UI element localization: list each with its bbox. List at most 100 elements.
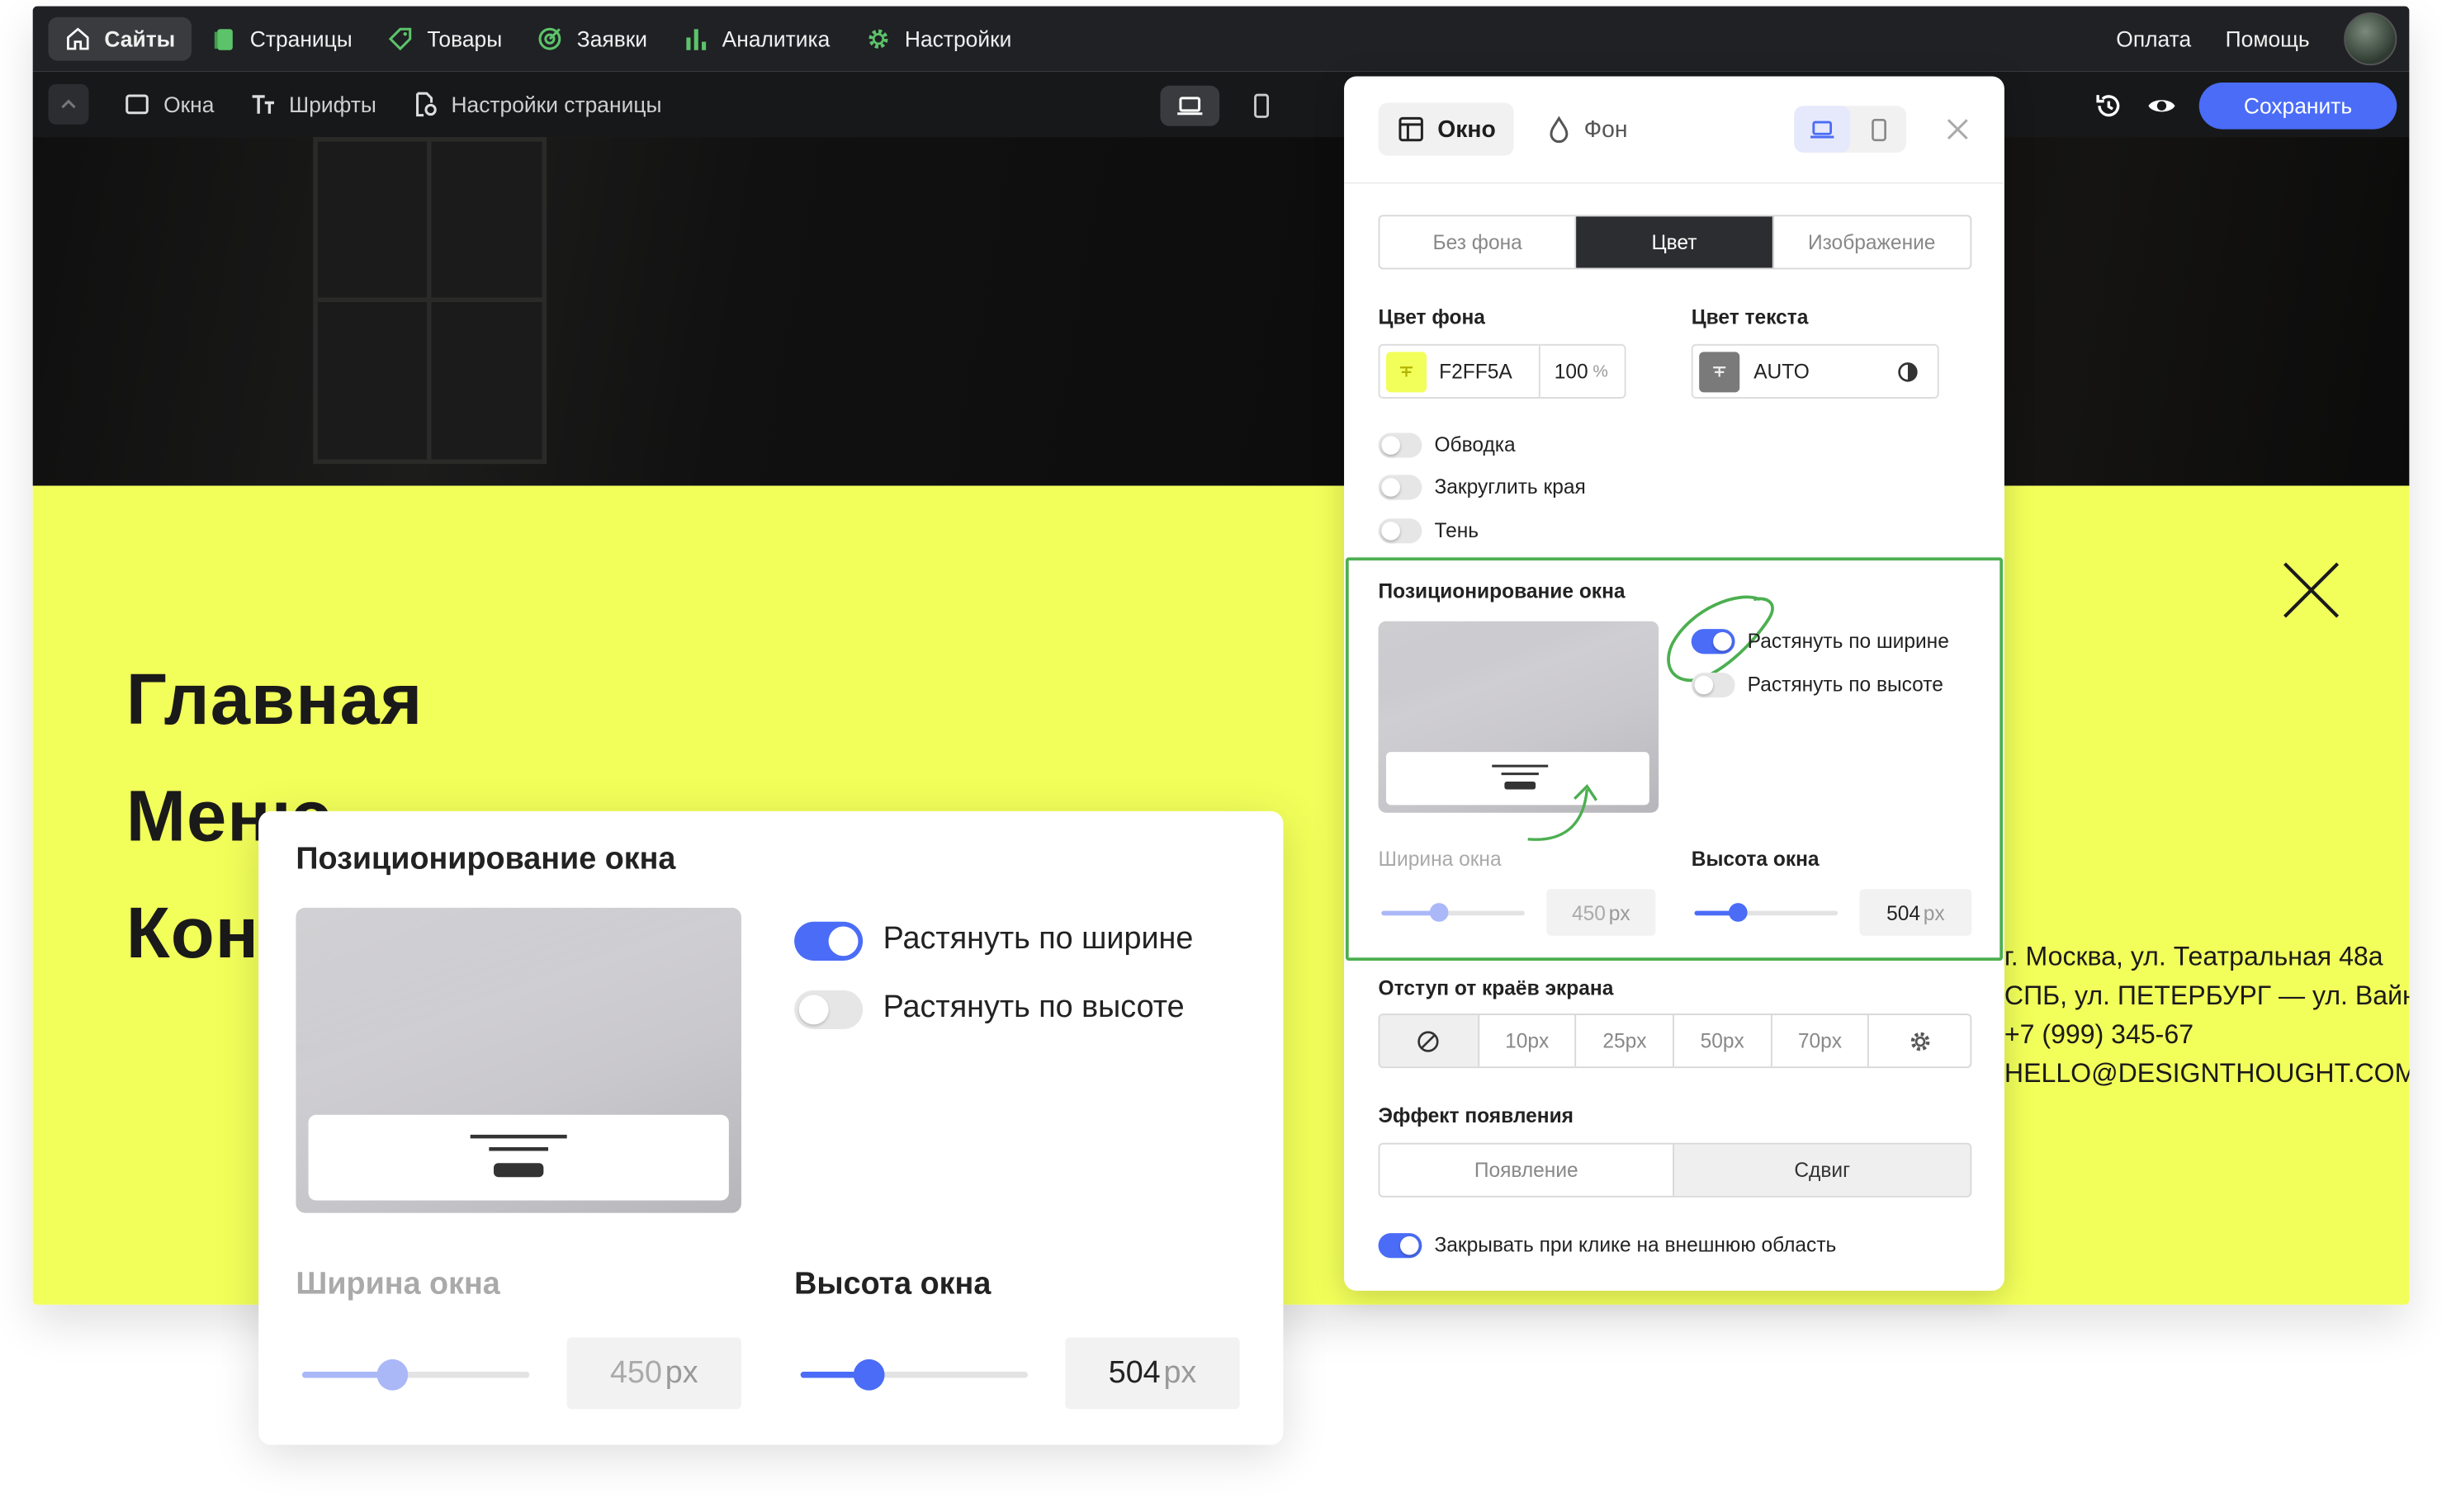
zoom-stretch-height-toggle[interactable] — [794, 990, 864, 1029]
bg-opacity-value: 100 — [1554, 359, 1588, 384]
laptop-icon — [1177, 97, 1203, 116]
stretch-width-toggle[interactable] — [1691, 629, 1735, 654]
nav-item-label: Аналитика — [722, 26, 831, 52]
save-button[interactable]: Сохранить — [2198, 82, 2397, 130]
bg-option-none[interactable]: Без фона — [1380, 216, 1577, 268]
height-slider-handle[interactable] — [1728, 903, 1747, 922]
positioning-preview — [1378, 621, 1659, 813]
height-label: Высота окна — [1691, 847, 1820, 871]
zoom-preview-bar — [308, 1114, 729, 1201]
zoom-width-slider[interactable] — [301, 1358, 530, 1391]
nav-item-requests[interactable]: Заявки — [521, 17, 663, 61]
margin-option-70[interactable]: 70px — [1772, 1014, 1870, 1067]
height-value-field[interactable]: 504 px — [1859, 889, 1972, 936]
text-color-swatch[interactable] — [1699, 351, 1740, 392]
page-settings-button[interactable]: Настройки страницы — [410, 90, 661, 118]
preview-glare — [1378, 621, 1656, 690]
nav-item-settings[interactable]: Настройки — [849, 17, 1027, 61]
text-color-field[interactable]: AUTO — [1691, 343, 1939, 399]
top-navigation: Сайты Страницы Товары Заявки Аналитика Н… — [32, 6, 2410, 72]
nav-item-label: Заявки — [576, 26, 648, 52]
chevron-up-icon — [61, 99, 76, 109]
desktop-view-button[interactable] — [1160, 85, 1220, 126]
px-unit: px — [1608, 900, 1630, 924]
toolbar-actions: Сохранить — [2093, 82, 2397, 130]
payment-link[interactable]: Оплата — [2116, 26, 2191, 51]
margin-option-none[interactable] — [1380, 1014, 1479, 1067]
tab-window[interactable]: Окно — [1378, 102, 1515, 156]
tag-icon — [389, 27, 412, 51]
close-icon[interactable] — [1945, 116, 1970, 141]
px-unit: px — [1923, 900, 1945, 924]
positioning-title: Позиционирование окна — [1378, 579, 1626, 603]
zoom-height-slider-handle[interactable] — [853, 1358, 885, 1391]
close-icon[interactable] — [2282, 560, 2341, 620]
fonts-label: Шрифты — [289, 92, 376, 117]
target-icon — [539, 27, 562, 50]
width-slider-handle[interactable] — [1429, 903, 1449, 922]
page-settings-label: Настройки страницы — [451, 92, 662, 117]
stretch-height-toggle[interactable] — [1691, 672, 1735, 698]
margin-segmented: 10px 25px 50px 70px — [1378, 1014, 1972, 1069]
nav-item-analytics[interactable]: Аналитика — [666, 17, 846, 61]
none-icon — [1417, 1030, 1440, 1051]
margin-option-10[interactable]: 10px — [1479, 1014, 1577, 1067]
margin-option-50[interactable]: 50px — [1674, 1014, 1772, 1067]
zoom-width-value-field[interactable]: 450 px — [566, 1337, 741, 1410]
effect-option-fade[interactable]: Появление — [1380, 1144, 1674, 1196]
panel-mobile-button[interactable] — [1850, 106, 1906, 153]
nav-item-sites[interactable]: Сайты — [48, 17, 192, 61]
bg-option-color[interactable]: Цвет — [1576, 216, 1774, 268]
text-color-label: Цвет текста — [1691, 305, 1809, 329]
px-unit: px — [1163, 1355, 1197, 1390]
stretch-height-label: Растянуть по высоте — [1747, 672, 1943, 697]
zoom-height-value: 504 — [1108, 1355, 1161, 1390]
tab-background[interactable]: Фон — [1528, 103, 1646, 156]
align-bottom-icon — [470, 1134, 567, 1178]
margin-option-25[interactable]: 25px — [1577, 1014, 1675, 1067]
preview-eye-icon[interactable] — [2146, 90, 2178, 121]
percent-unit: % — [1593, 361, 1608, 381]
pages-icon — [213, 29, 232, 50]
mobile-view-button[interactable] — [1232, 86, 1291, 126]
nav-item-label: Сайты — [104, 26, 176, 52]
bg-color-field[interactable]: F2FF5A 100 % — [1378, 343, 1626, 399]
gear-icon — [868, 29, 888, 49]
window-settings-panel: Окно Фон Без фона Цвет Изображение Цвет … — [1344, 76, 2004, 1291]
collapse-button[interactable] — [48, 83, 89, 125]
menu-item-home[interactable]: Главная — [126, 657, 424, 741]
close-outside-toggle[interactable] — [1378, 1233, 1422, 1259]
font-icon — [251, 95, 274, 114]
zoom-height-slider[interactable] — [800, 1358, 1029, 1391]
screenshot-stage: Сайты Страницы Товары Заявки Аналитика Н… — [0, 0, 2442, 1512]
nav-item-products[interactable]: Товары — [371, 17, 518, 61]
bar-chart-icon — [685, 29, 706, 50]
effect-option-slide[interactable]: Сдвиг — [1673, 1144, 1971, 1196]
zoom-width-slider-handle[interactable] — [377, 1358, 409, 1391]
history-icon[interactable] — [2093, 90, 2124, 121]
avatar[interactable] — [2344, 12, 2397, 66]
windows-label: Окна — [163, 92, 215, 117]
nav-item-pages[interactable]: Страницы — [194, 17, 368, 61]
bg-opacity-field[interactable]: 100 % — [1538, 345, 1608, 398]
contrast-icon[interactable] — [1897, 361, 1919, 382]
eyedropper-icon — [1713, 366, 1726, 376]
width-slider[interactable] — [1381, 903, 1525, 922]
zoom-height-value-field[interactable]: 504 px — [1065, 1337, 1240, 1410]
fonts-button[interactable]: Шрифты — [248, 90, 376, 118]
round-corners-toggle[interactable] — [1378, 475, 1422, 500]
page-settings-icon — [415, 92, 437, 117]
shadow-toggle[interactable] — [1378, 518, 1422, 544]
margin-option-custom[interactable] — [1869, 1015, 1970, 1066]
width-value-field[interactable]: 450 px — [1546, 889, 1656, 936]
bg-option-image[interactable]: Изображение — [1773, 216, 1970, 267]
stretch-width-label: Растянуть по ширине — [1747, 629, 1949, 653]
help-link[interactable]: Помощь — [2226, 26, 2310, 51]
color-swatch[interactable] — [1385, 351, 1427, 392]
border-toggle[interactable] — [1378, 432, 1422, 458]
zoom-stretch-width-toggle[interactable] — [794, 921, 864, 961]
height-slider[interactable] — [1694, 903, 1839, 922]
nav-item-label: Товары — [427, 26, 503, 52]
windows-button[interactable]: Окна — [123, 90, 214, 118]
panel-desktop-button[interactable] — [1794, 106, 1851, 153]
